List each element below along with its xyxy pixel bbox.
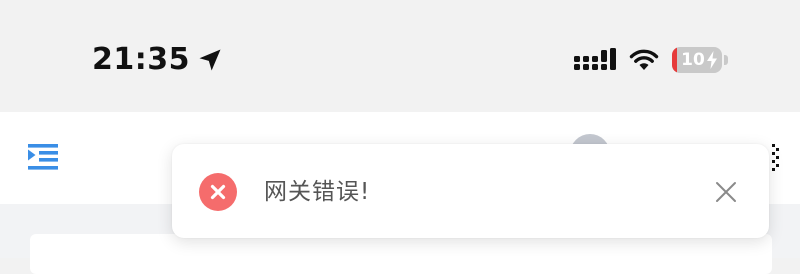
menu-indent-icon[interactable] <box>26 142 60 172</box>
status-bar: 21:35 10 <box>0 0 800 112</box>
toast-message: 网关错误! <box>264 179 371 205</box>
content-card <box>30 234 772 274</box>
status-time-group: 21:35 <box>92 40 224 80</box>
error-circle-icon <box>199 173 237 211</box>
status-indicators: 10 <box>574 42 728 78</box>
cellular-signal-icon <box>574 48 616 70</box>
close-icon[interactable] <box>714 180 738 204</box>
location-arrow-icon <box>199 49 221 71</box>
battery-cap <box>724 55 728 65</box>
battery-indicator: 10 <box>672 46 728 74</box>
battery-body: 10 <box>672 47 722 73</box>
status-time: 21:35 <box>92 42 190 77</box>
battery-charging-icon <box>707 51 717 69</box>
error-toast: 网关错误! <box>172 144 769 238</box>
wifi-icon <box>629 49 659 70</box>
